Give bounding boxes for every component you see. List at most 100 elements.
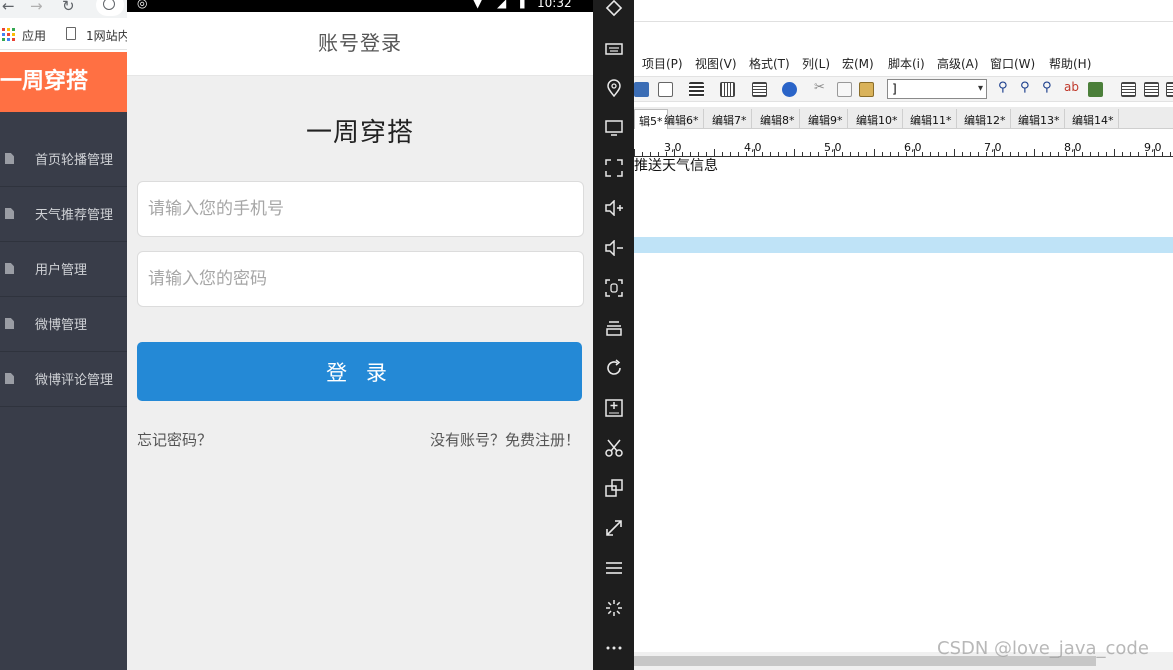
tab-edit-14[interactable]: 编辑14* [1068, 109, 1119, 129]
reload-icon[interactable]: ↻ [62, 0, 75, 15]
tab-edit-10[interactable]: 编辑10* [852, 109, 903, 129]
print-icon[interactable] [1088, 82, 1103, 97]
login-button[interactable]: 登 录 [137, 342, 582, 401]
ruler-tick [802, 152, 803, 156]
find-icon[interactable]: ⚲ [998, 80, 1013, 95]
text-editor-window: 项目(P) 视图(V) 格式(T) 列(L) 宏(M) 脚本(i) 高级(A) … [634, 0, 1173, 670]
shake-icon[interactable] [603, 317, 625, 339]
screen-icon[interactable] [603, 117, 625, 139]
phone-number-input[interactable] [137, 181, 584, 237]
menu-format[interactable]: 格式(T) [749, 55, 790, 72]
menu-view[interactable]: 视图(V) [695, 55, 737, 72]
chevron-down-icon[interactable]: ▾ [978, 80, 983, 98]
password-input[interactable] [137, 251, 584, 307]
menu-advanced[interactable]: 高级(A) [937, 55, 979, 72]
ruler-tick [970, 152, 971, 156]
apps-grid-icon[interactable] [2, 28, 15, 41]
keyboard-icon[interactable] [603, 37, 625, 59]
cut-icon[interactable] [603, 437, 625, 459]
ruler-tick [786, 152, 787, 156]
editor-text-line[interactable]: 推送天气信息 [634, 155, 718, 175]
globe-icon[interactable] [782, 82, 797, 97]
register-link[interactable]: 没有账号？免费注册！ [430, 429, 580, 450]
location-icon[interactable] [603, 77, 625, 99]
copy-icon[interactable] [837, 82, 852, 97]
find-prev-icon[interactable]: ⚲ [1042, 80, 1057, 95]
forward-arrow-icon[interactable]: → [30, 0, 43, 15]
sidebar-item-users[interactable]: 用户管理 [0, 242, 127, 297]
app-header: 账号登录 [127, 12, 593, 76]
status-bar: ◎ ▼ ◢ ▮ 10:32 [127, 0, 593, 12]
menu-project[interactable]: 项目(P) [642, 55, 683, 72]
file-icon [5, 208, 14, 219]
sidebar-item-comments[interactable]: 微博评论管理 [0, 352, 127, 407]
align-left-icon[interactable] [1121, 82, 1136, 97]
menu-script[interactable]: 脚本(i) [888, 55, 925, 72]
sidebar-item-weather[interactable]: 天气推荐管理 [0, 187, 127, 242]
header-title: 账号登录 [318, 31, 402, 55]
back-arrow-icon[interactable]: ← [2, 0, 15, 15]
list-icon[interactable] [752, 82, 767, 97]
align-right-icon[interactable] [1166, 82, 1173, 97]
resize-icon[interactable] [603, 517, 625, 539]
bookmark-apps[interactable]: 应用 [22, 27, 46, 44]
ruler-tick [1010, 152, 1011, 156]
menu-window[interactable]: 窗口(W) [990, 55, 1035, 72]
tab-edit-12[interactable]: 编辑12* [960, 109, 1011, 129]
install-apk-icon[interactable] [603, 397, 625, 419]
replace-icon[interactable]: ab [1064, 80, 1079, 95]
paste-icon[interactable] [859, 82, 874, 97]
rotate-icon[interactable] [603, 0, 625, 19]
combo-value: ] [892, 82, 897, 96]
file-icon [5, 153, 14, 164]
menu-help[interactable]: 帮助(H) [1049, 55, 1091, 72]
scissors-icon[interactable]: ✂ [814, 80, 829, 95]
volume-up-icon[interactable] [603, 197, 625, 219]
ruler-tick [834, 149, 835, 156]
menu-icon[interactable] [603, 557, 625, 579]
admin-brand-logo[interactable]: 一周穿搭 [0, 52, 127, 112]
column-icon[interactable] [720, 82, 735, 97]
ruler-tick [826, 152, 827, 156]
wrap-icon[interactable] [689, 82, 704, 97]
sidebar-item-weibo[interactable]: 微博管理 [0, 297, 127, 352]
battery-icon: ▮ [519, 0, 526, 10]
sidebar-item-banner[interactable]: 首页轮播管理 [0, 132, 127, 187]
tab-edit-6[interactable]: 编辑6* [660, 109, 704, 129]
screenshot-icon[interactable] [603, 277, 625, 299]
ruler-tick [1106, 152, 1107, 156]
sidebar-item-label: 微博管理 [35, 318, 88, 333]
tab-edit-11[interactable]: 编辑11* [906, 109, 957, 129]
search-combo-box[interactable]: ] ▾ [887, 79, 987, 99]
tab-edit-9[interactable]: 编辑9* [804, 109, 848, 129]
csdn-watermark: CSDN @love_java_code [937, 638, 1149, 659]
ruler-tick [882, 152, 883, 156]
bookmark-site[interactable]: 1网站内 [86, 27, 127, 44]
forgot-password-link[interactable]: 忘记密码？ [137, 429, 212, 450]
fullscreen-icon[interactable] [603, 157, 625, 179]
ruler-tick [1058, 152, 1059, 156]
loading-icon[interactable] [603, 597, 625, 619]
ruler-tick [794, 149, 795, 156]
menu-column[interactable]: 列(L) [802, 55, 830, 72]
ruler-tick [858, 152, 859, 156]
sync-icon[interactable] [603, 357, 625, 379]
document-icon[interactable] [658, 82, 673, 97]
tab-edit-8[interactable]: 编辑8* [756, 109, 800, 129]
menu-macro[interactable]: 宏(M) [842, 55, 874, 72]
more-icon[interactable] [603, 637, 625, 659]
find-next-icon[interactable]: ⚲ [1020, 80, 1035, 95]
ruler-tick [770, 152, 771, 156]
ruler-tick [922, 152, 923, 156]
app-title: 一周穿搭 [305, 118, 414, 148]
save-icon[interactable] [634, 82, 649, 97]
multi-window-icon[interactable] [603, 477, 625, 499]
ruler-tick [898, 152, 899, 156]
tab-edit-7[interactable]: 编辑7* [708, 109, 752, 129]
volume-down-icon[interactable] [603, 237, 625, 259]
tab-edit-13[interactable]: 编辑13* [1014, 109, 1065, 129]
ruler-tick [866, 152, 867, 156]
phone-screen: ◎ ▼ ◢ ▮ 10:32 账号登录 一周穿搭 登 录 忘记密码？ 没有账号？免… [127, 0, 593, 670]
address-bar[interactable] [96, 0, 124, 16]
align-center-icon[interactable] [1144, 82, 1159, 97]
